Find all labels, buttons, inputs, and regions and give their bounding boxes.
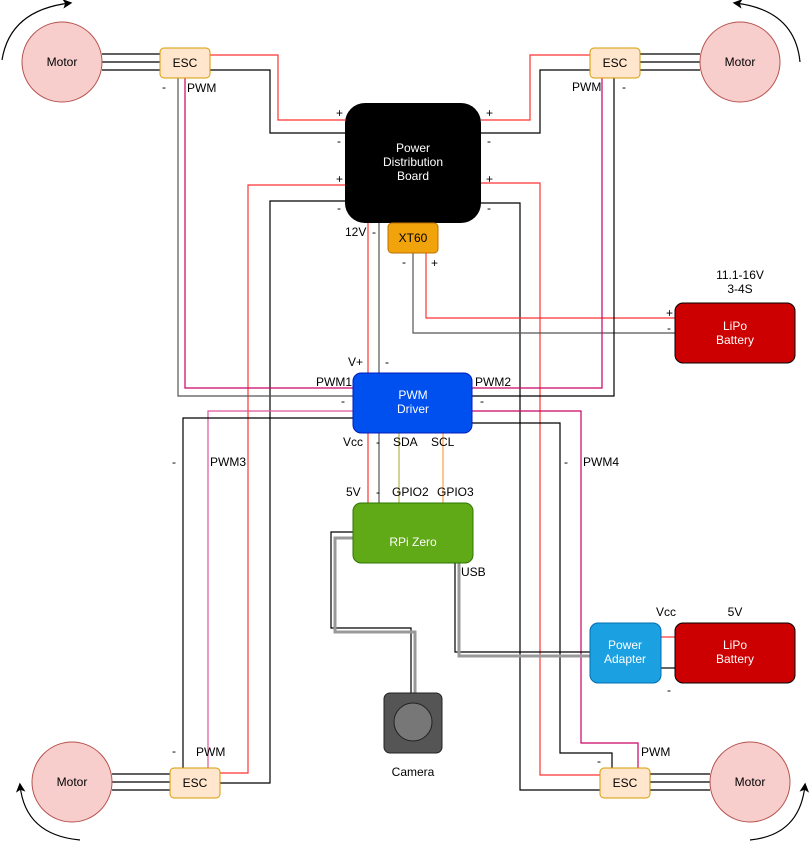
svg-text:-: -	[162, 80, 166, 94]
svg-text:Motor: Motor	[735, 775, 766, 789]
svg-text:-: -	[667, 321, 671, 335]
camera: Camera	[383, 692, 443, 779]
svg-text:-: -	[341, 394, 345, 408]
svg-text:-: -	[597, 754, 601, 768]
svg-text:Board: Board	[397, 169, 429, 183]
svg-text:3-4S: 3-4S	[727, 282, 752, 296]
svg-text:+: +	[336, 172, 343, 186]
svg-text:Power: Power	[396, 141, 430, 155]
rpi-zero: RPi Zero	[352, 502, 474, 564]
svg-text:RPi Zero: RPi Zero	[389, 535, 437, 549]
xt60-connector: XT60	[387, 222, 439, 254]
svg-text:-: -	[667, 683, 671, 697]
svg-text:-: -	[385, 355, 389, 369]
svg-text:-: -	[172, 744, 176, 758]
svg-text:V+: V+	[348, 355, 363, 369]
svg-text:Driver: Driver	[397, 402, 429, 416]
svg-text:Vcc: Vcc	[343, 435, 363, 449]
power-adapter: Power Adapter	[589, 622, 662, 684]
svg-text:-: -	[337, 201, 341, 215]
svg-text:+: +	[336, 106, 343, 120]
svg-text:Vcc: Vcc	[656, 605, 676, 619]
svg-text:Distribution: Distribution	[383, 155, 443, 169]
drone-wiring-diagram: Motor Motor Motor Motor ESC ESC ESC ESC …	[1, 0, 810, 841]
svg-text:-: -	[172, 455, 176, 469]
svg-text:5V: 5V	[728, 605, 743, 619]
svg-text:PWM: PWM	[572, 80, 601, 94]
svg-text:ESC: ESC	[603, 56, 628, 70]
svg-text:PWM: PWM	[641, 745, 670, 759]
svg-text:-: -	[564, 455, 568, 469]
svg-text:PWM4: PWM4	[583, 455, 619, 469]
lipo-battery-main: LiPo Battery 11.1-16V 3-4S	[674, 268, 796, 364]
svg-text:Battery: Battery	[716, 333, 754, 347]
svg-text:USB: USB	[461, 565, 486, 579]
svg-text:LiPo: LiPo	[723, 319, 747, 333]
svg-text:-: -	[480, 394, 484, 408]
svg-text:Motor: Motor	[725, 55, 756, 69]
pwm-driver: PWM Driver	[352, 372, 473, 434]
esc-top-right: ESC	[589, 47, 641, 79]
esc-top-left: ESC	[159, 47, 211, 79]
motor-top-left: Motor	[21, 21, 103, 103]
svg-text:PWM: PWM	[187, 81, 216, 95]
svg-text:+: +	[486, 106, 493, 120]
svg-text:-: -	[372, 225, 376, 239]
esc-bottom-right: ESC	[599, 767, 651, 799]
svg-text:5V: 5V	[346, 485, 361, 499]
svg-text:XT60: XT60	[399, 231, 428, 245]
svg-text:ESC: ESC	[183, 776, 208, 790]
svg-text:LiPo: LiPo	[723, 638, 747, 652]
svg-text:PWM2: PWM2	[475, 375, 511, 389]
svg-text:11.1-16V: 11.1-16V	[716, 268, 764, 282]
svg-text:Adapter: Adapter	[604, 652, 646, 666]
motor-top-right: Motor	[699, 21, 781, 103]
svg-text:Motor: Motor	[47, 55, 78, 69]
svg-text:-: -	[487, 201, 491, 215]
power-distribution-board: Power Distribution Board	[345, 103, 481, 223]
svg-text:GPIO3: GPIO3	[437, 485, 474, 499]
svg-text:-: -	[487, 134, 491, 148]
svg-text:Power: Power	[608, 638, 642, 652]
svg-text:PWM3: PWM3	[210, 455, 246, 469]
svg-text:+: +	[666, 306, 673, 320]
svg-text:Battery: Battery	[716, 652, 754, 666]
svg-text:PWM: PWM	[398, 388, 427, 402]
svg-text:SDA: SDA	[393, 435, 418, 449]
svg-text:-: -	[376, 485, 380, 499]
svg-text:ESC: ESC	[613, 776, 638, 790]
camera-lens-icon	[393, 702, 433, 742]
svg-text:PWM1: PWM1	[316, 375, 352, 389]
svg-text:+: +	[431, 256, 438, 270]
svg-text:SCL: SCL	[431, 435, 455, 449]
motor-bottom-left: Motor	[31, 741, 113, 823]
esc-bottom-left: ESC	[169, 767, 221, 799]
svg-text:-: -	[337, 134, 341, 148]
svg-text:Motor: Motor	[57, 775, 88, 789]
svg-text:GPIO2: GPIO2	[392, 485, 429, 499]
svg-text:-: -	[376, 435, 380, 449]
svg-text:Camera: Camera	[392, 765, 435, 779]
svg-text:-: -	[622, 80, 626, 94]
lipo-battery-aux: LiPo Battery 5V	[674, 605, 796, 684]
svg-text:ESC: ESC	[173, 56, 198, 70]
svg-text:PWM: PWM	[196, 745, 225, 759]
svg-text:-: -	[402, 255, 406, 269]
svg-text:+: +	[486, 172, 493, 186]
motor-bottom-right: Motor	[709, 741, 791, 823]
svg-text:12V: 12V	[345, 225, 366, 239]
